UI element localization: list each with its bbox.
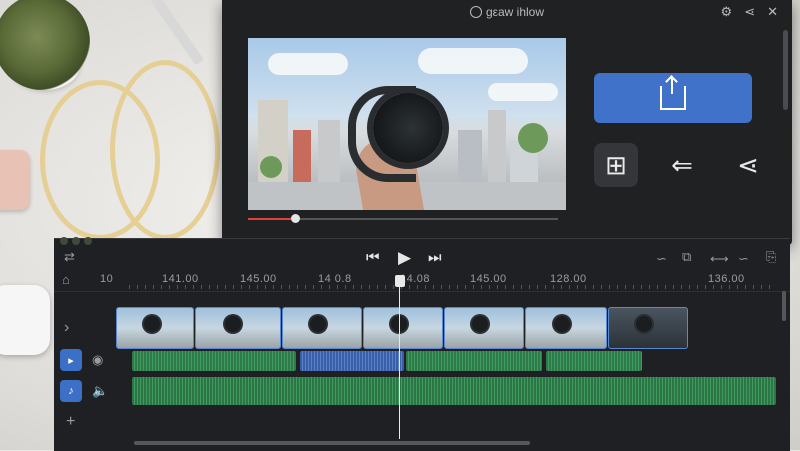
ruler-label: 14 0.8 — [318, 273, 352, 285]
skip-back-button[interactable]: ⏮ — [366, 249, 380, 266]
video-clip[interactable] — [363, 307, 443, 349]
audio-clip[interactable] — [132, 351, 296, 371]
swap-icon[interactable]: ⇄ — [64, 249, 75, 265]
audio-track-button[interactable]: ♪ — [60, 380, 82, 402]
progress-fill — [248, 218, 295, 220]
waveform-icon[interactable]: ∽ — [738, 251, 749, 267]
video-clip[interactable] — [195, 307, 281, 349]
video-clip[interactable] — [608, 307, 688, 349]
headphone — [373, 93, 443, 163]
pink-box — [0, 150, 30, 210]
gear-icon[interactable]: ⚙ — [721, 4, 733, 20]
preview-title: gεaw ihlow — [222, 5, 792, 19]
playhead[interactable] — [399, 285, 400, 439]
earbuds-case — [0, 285, 50, 355]
ruler-label: 145.00 — [470, 273, 507, 285]
home-icon[interactable]: ⌂ — [62, 272, 70, 287]
preview-window: gεaw ihlow ⚙ ⋖ ✕ ⊞ ⇐ ⋖ — [222, 0, 792, 245]
ruler-ticks — [129, 285, 770, 289]
ruler-label: 136.00 — [708, 273, 745, 285]
export-icon — [660, 78, 686, 110]
audio-clip[interactable] — [406, 351, 542, 371]
back-share-button[interactable]: ⇐ — [660, 143, 704, 187]
audio-clip[interactable] — [300, 351, 404, 371]
preview-title-text: gεaw ihlow — [485, 5, 545, 19]
volume-icon[interactable]: 🔈 — [92, 383, 108, 399]
video-track-icon: ▸ — [68, 354, 74, 367]
windows-icon: ⊞ — [605, 149, 627, 180]
time-ruler[interactable]: ⌂ 10 141.00 145.00 14 0.8 14.08 145.00 1… — [54, 269, 790, 292]
video-preview[interactable] — [248, 38, 566, 210]
video-clip[interactable] — [282, 307, 362, 349]
ruler-label: 141.00 — [162, 273, 199, 285]
back-arrow-icon: ⇐ — [671, 149, 693, 180]
skip-forward-button[interactable]: ⏭ — [428, 249, 442, 266]
waveform-icon[interactable]: ∽ — [656, 251, 667, 267]
window-icons: ⚙ ⋖ ✕ — [721, 4, 778, 20]
timeline-window: ⇄ ⏮ ▶ ⏭ ∽ ⧉ ⟷ ∽ ⎘ ⌂ 10 141.00 145.00 14 … — [54, 237, 790, 451]
video-clip[interactable] — [116, 307, 194, 349]
transport-controls: ⇄ ⏮ ▶ ⏭ ∽ ⧉ ⟷ ∽ ⎘ — [54, 247, 790, 271]
preview-scrollbar[interactable] — [783, 30, 788, 110]
progress-knob[interactable] — [290, 214, 300, 223]
music-track-clip[interactable] — [132, 377, 776, 405]
close-icon[interactable]: ✕ — [767, 4, 778, 20]
timeline-horizontal-scrollbar[interactable] — [134, 441, 530, 445]
record-icon — [469, 6, 482, 18]
ruler-label: 10 — [100, 273, 114, 285]
ruler-label: 128.00 — [550, 273, 587, 285]
audio-track-icon: ♪ — [68, 385, 74, 397]
share-nodes-button[interactable]: ⋖ — [726, 143, 770, 187]
window-dots — [60, 237, 92, 245]
video-track-button[interactable]: ▸ — [60, 349, 82, 371]
export-button[interactable] — [594, 73, 752, 123]
cable — [110, 60, 220, 240]
split-icon[interactable]: ⧉ — [682, 249, 691, 265]
play-button[interactable]: ▶ — [398, 248, 411, 268]
windows-share-button[interactable]: ⊞ — [594, 143, 638, 187]
eye-icon[interactable]: ◉ — [92, 352, 103, 368]
fit-icon[interactable]: ⟷ — [710, 251, 729, 267]
video-clip[interactable] — [444, 307, 524, 349]
ruler-label: 145.00 — [240, 273, 277, 285]
timeline-vertical-scrollbar[interactable] — [782, 291, 786, 321]
playback-progress[interactable] — [248, 214, 558, 223]
audio-clip[interactable] — [546, 351, 642, 371]
add-track-icon[interactable]: + — [66, 413, 75, 431]
share-targets: ⊞ ⇐ ⋖ — [594, 143, 770, 187]
share-nodes-icon: ⋖ — [737, 149, 759, 180]
export-frame-icon[interactable]: ⎘ — [766, 249, 776, 265]
share-icon[interactable]: ⋖ — [744, 4, 755, 20]
expand-icon[interactable]: › — [64, 319, 69, 337]
playhead-handle[interactable] — [395, 275, 405, 287]
video-clip[interactable] — [525, 307, 607, 349]
